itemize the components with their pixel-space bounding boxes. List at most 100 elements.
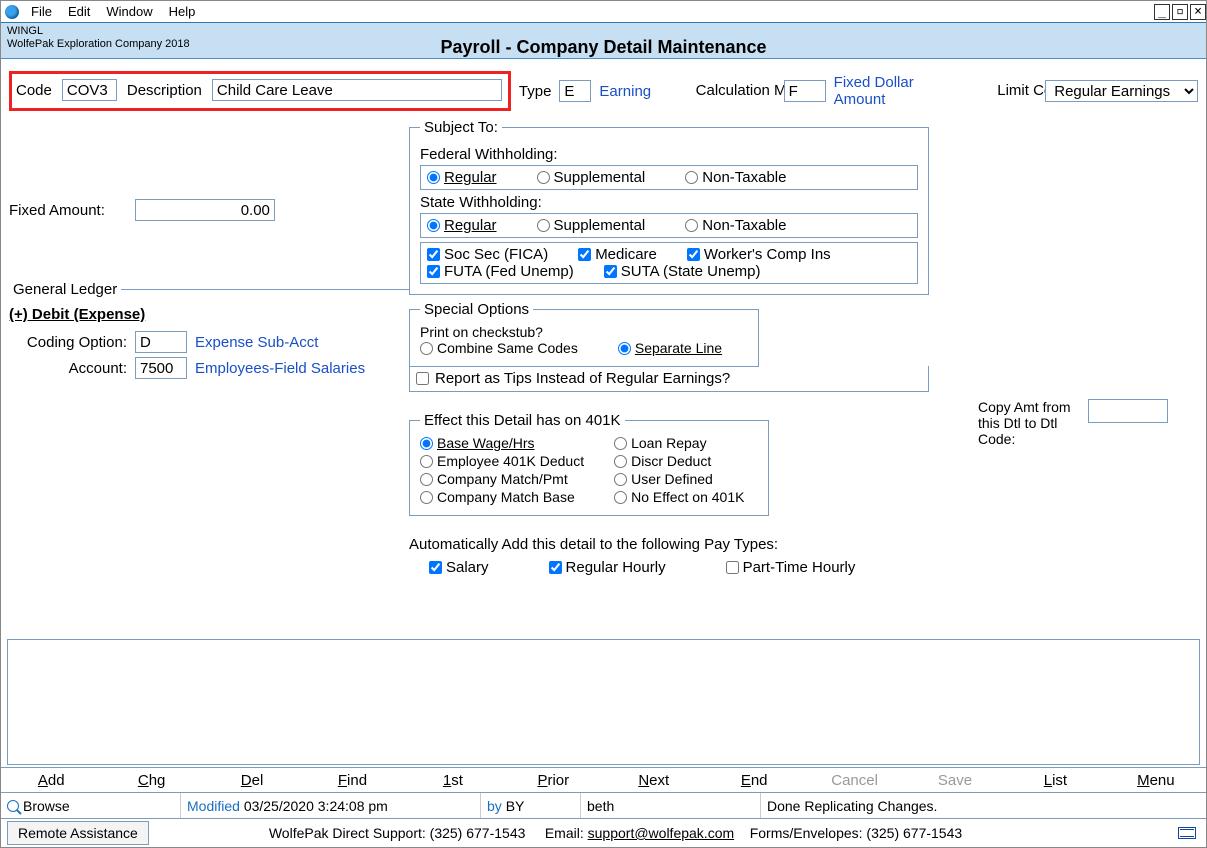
limit-code-label: Limit Code xyxy=(997,83,1037,99)
limit-code-select[interactable]: Regular Earnings xyxy=(1045,80,1198,102)
subject-legend: Subject To: xyxy=(420,119,502,136)
calc-method-input[interactable] xyxy=(784,80,826,102)
highlight-box: Code Description xyxy=(9,71,511,111)
header-row: Code Description Type Earning Calculatio… xyxy=(1,59,1206,119)
menu-window[interactable]: Window xyxy=(98,4,160,19)
support-text: WolfePak Direct Support: (325) 677-1543 … xyxy=(269,825,962,841)
save-button[interactable]: Save xyxy=(905,772,1005,789)
chg-button[interactable]: Chg xyxy=(101,772,201,789)
separate-line-radio[interactable]: Separate Line xyxy=(618,340,722,356)
state-regular-radio[interactable]: Regular xyxy=(427,217,497,234)
maximize-button[interactable]: ▫ xyxy=(1172,4,1188,20)
debit-heading: (+) Debit (Expense) xyxy=(9,306,409,323)
paytype-regular-hourly-check[interactable]: Regular Hourly xyxy=(549,559,666,576)
keyboard-icon[interactable] xyxy=(1178,827,1196,839)
k401-discr-deduct-radio[interactable]: Discr Deduct xyxy=(614,453,744,469)
medicare-check[interactable]: Medicare xyxy=(578,246,657,263)
fixed-amount-label: Fixed Amount: xyxy=(9,202,105,219)
user-name: beth xyxy=(587,798,614,814)
code-input[interactable] xyxy=(62,79,117,101)
close-button[interactable]: × xyxy=(1190,4,1206,20)
k401-company-match-radio[interactable]: Company Match/Pmt xyxy=(420,471,584,487)
copy-amount-box: Copy Amt from this Dtl to Dtl Code: xyxy=(978,399,1168,447)
left-column: Fixed Amount: General Ledger (+) Debit (… xyxy=(9,119,409,576)
futa-check[interactable]: FUTA (Fed Unemp) xyxy=(427,263,574,280)
auto-add-paytypes: Automatically Add this detail to the fol… xyxy=(409,536,1198,576)
socsec-check[interactable]: Soc Sec (FICA) xyxy=(427,246,548,263)
find-button[interactable]: Find xyxy=(302,772,402,789)
federal-withholding-group: Federal Withholding: Regular Supplementa… xyxy=(420,146,918,190)
account-link[interactable]: Employees-Field Salaries xyxy=(195,360,365,377)
k401-employee-deduct-radio[interactable]: Employee 401K Deduct xyxy=(420,453,584,469)
paytype-salary-check[interactable]: Salary xyxy=(429,559,489,576)
title-strip: WINGL WolfePak Exploration Company 2018 … xyxy=(1,23,1206,59)
calc-method-label: Calculation Method xyxy=(696,83,776,99)
modified-label: Modified xyxy=(187,798,240,814)
menu-edit[interactable]: Edit xyxy=(60,4,98,19)
state-withholding-group: State Withholding: Regular Supplemental … xyxy=(420,194,918,238)
special-options: Special Options Print on checkstub? Comb… xyxy=(409,301,1198,392)
menu-help[interactable]: Help xyxy=(161,4,204,19)
state-nontaxable-radio[interactable]: Non-Taxable xyxy=(685,217,786,234)
add-button[interactable]: Add xyxy=(1,772,101,789)
description-label: Description xyxy=(127,82,202,99)
account-input[interactable] xyxy=(135,357,187,379)
k401-no-effect-radio[interactable]: No Effect on 401K xyxy=(614,489,744,505)
record-toolbar: Add Chg Del Find 1st Prior Next End Canc… xyxy=(1,767,1206,793)
page-title: Payroll - Company Detail Maintenance xyxy=(1,37,1206,58)
support-email-link[interactable]: support@wolfepak.com xyxy=(588,825,735,841)
calc-method-link[interactable]: Fixed Dollar Amount xyxy=(834,74,963,108)
description-input[interactable] xyxy=(212,79,502,101)
state-title: State Withholding: xyxy=(420,194,918,211)
code-label: Code xyxy=(16,82,52,99)
cancel-button[interactable]: Cancel xyxy=(804,772,904,789)
del-button[interactable]: Del xyxy=(202,772,302,789)
first-button[interactable]: 1st xyxy=(403,772,503,789)
coding-option-input[interactable] xyxy=(135,331,187,353)
search-icon xyxy=(7,800,19,812)
status-message: Done Replicating Changes. xyxy=(767,798,937,814)
k401-loan-repay-radio[interactable]: Loan Repay xyxy=(614,435,744,451)
fixed-amount-input[interactable] xyxy=(135,199,275,221)
copy-amount-label: Copy Amt from this Dtl to Dtl Code: xyxy=(978,399,1078,447)
special-legend: Special Options xyxy=(420,301,533,318)
right-column: Subject To: Federal Withholding: Regular… xyxy=(409,119,1198,576)
general-ledger: General Ledger (+) Debit (Expense) Codin… xyxy=(9,281,409,393)
federal-regular-radio[interactable]: Regular xyxy=(427,169,497,186)
state-supplemental-radio[interactable]: Supplemental xyxy=(537,217,646,234)
federal-nontaxable-radio[interactable]: Non-Taxable xyxy=(685,169,786,186)
k401-company-match-base-radio[interactable]: Company Match Base xyxy=(420,489,584,505)
subject-to: Subject To: Federal Withholding: Regular… xyxy=(409,119,1198,295)
paytypes-label: Automatically Add this detail to the fol… xyxy=(409,536,1198,553)
workers-comp-check[interactable]: Worker's Comp Ins xyxy=(687,246,831,263)
federal-supplemental-radio[interactable]: Supplemental xyxy=(537,169,646,186)
type-link[interactable]: Earning xyxy=(599,83,651,100)
type-label: Type xyxy=(519,83,552,100)
minimize-button[interactable]: _ xyxy=(1154,4,1170,20)
app-icon xyxy=(5,5,19,19)
status-bar: Browse Modified 03/25/2020 3:24:08 pm by… xyxy=(1,793,1206,819)
prior-button[interactable]: Prior xyxy=(503,772,603,789)
suta-check[interactable]: SUTA (State Unemp) xyxy=(604,263,761,280)
end-button[interactable]: End xyxy=(704,772,804,789)
next-button[interactable]: Next xyxy=(604,772,704,789)
coding-option-label: Coding Option: xyxy=(9,334,127,351)
coding-option-link[interactable]: Expense Sub-Acct xyxy=(195,334,318,351)
combine-codes-radio[interactable]: Combine Same Codes xyxy=(420,340,578,356)
remote-assistance-button[interactable]: Remote Assistance xyxy=(7,821,149,845)
main-area: Fixed Amount: General Ledger (+) Debit (… xyxy=(1,119,1206,576)
window-controls: _ ▫ × xyxy=(1152,4,1206,20)
menu-file[interactable]: File xyxy=(23,4,60,19)
federal-title: Federal Withholding: xyxy=(420,146,918,163)
gl-legend: General Ledger xyxy=(9,281,121,298)
k401-base-wage-radio[interactable]: Base Wage/Hrs xyxy=(420,435,584,451)
menu-bar: File Edit Window Help _ ▫ × xyxy=(1,1,1206,23)
k401-user-defined-radio[interactable]: User Defined xyxy=(614,471,744,487)
type-input[interactable] xyxy=(559,80,591,102)
list-button[interactable]: List xyxy=(1005,772,1105,789)
paytype-parttime-hourly-check[interactable]: Part-Time Hourly xyxy=(726,559,856,576)
report-as-tips-check[interactable]: Report as Tips Instead of Regular Earnin… xyxy=(416,370,922,387)
copy-amount-input[interactable] xyxy=(1088,399,1168,423)
menu-button[interactable]: Menu xyxy=(1106,772,1206,789)
blank-panel xyxy=(7,639,1200,765)
